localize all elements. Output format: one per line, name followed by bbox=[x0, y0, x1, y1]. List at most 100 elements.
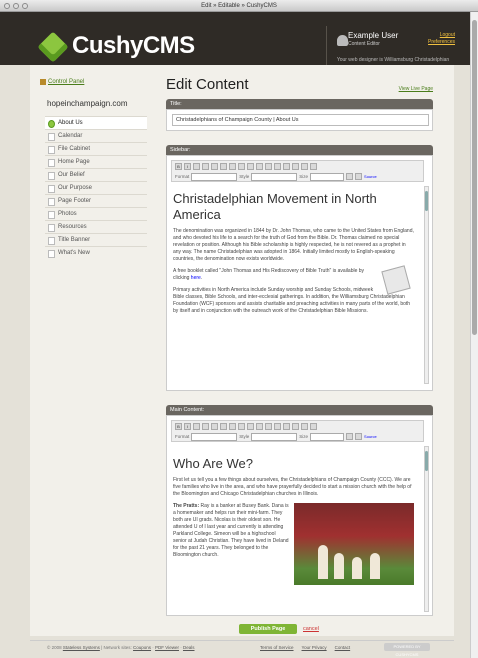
sidebar-section-header: Sidebar: bbox=[166, 145, 433, 155]
bullet-list-button[interactable] bbox=[256, 163, 263, 170]
editor-toolbar: B I Format Style Size Source bbox=[171, 160, 424, 182]
indent-button[interactable] bbox=[274, 163, 281, 170]
main-section: B I Format Style Size Source Who Are We?… bbox=[166, 415, 433, 616]
rule-button[interactable] bbox=[229, 423, 236, 430]
sidebar-item-our-belief[interactable]: Our Belief bbox=[45, 168, 147, 181]
preferences-link[interactable]: Preferences bbox=[428, 39, 455, 45]
sidebar-paragraph-1: The denomination was organized in 1844 b… bbox=[173, 228, 414, 262]
justify-button[interactable] bbox=[310, 163, 317, 170]
sidebar-item-whats-new[interactable]: What's New bbox=[45, 246, 147, 259]
publish-button[interactable]: Publish Page bbox=[239, 624, 297, 634]
format-select[interactable] bbox=[191, 173, 238, 181]
sidebar-item-our-purpose[interactable]: Our Purpose bbox=[45, 181, 147, 194]
company-link[interactable]: Stateless Systems bbox=[63, 645, 100, 650]
logout-link[interactable]: Logout bbox=[440, 32, 455, 38]
source-button[interactable]: Source bbox=[364, 433, 377, 442]
sidebar-editor-scrollbar[interactable] bbox=[424, 186, 429, 384]
style-select[interactable] bbox=[251, 173, 298, 181]
cushycms-logo-icon bbox=[37, 31, 69, 63]
size-label: Size bbox=[299, 174, 309, 179]
footer-links: Terms of Service Your Privacy Contact bbox=[260, 642, 350, 654]
sidebar-item-page-footer[interactable]: Page Footer bbox=[45, 194, 147, 207]
unlink-button[interactable] bbox=[202, 163, 209, 170]
page-list: About Us Calendar File Cabinet Home Page… bbox=[45, 116, 147, 259]
deals-link[interactable]: Deals bbox=[183, 645, 195, 650]
close-window-icon[interactable] bbox=[4, 3, 10, 9]
italic-button[interactable]: I bbox=[184, 163, 191, 170]
window-scroll-thumb[interactable] bbox=[472, 20, 477, 335]
bg-color-button[interactable] bbox=[355, 173, 363, 180]
outdent-button[interactable] bbox=[265, 163, 272, 170]
window-titlebar: Edit » Editable » CushyCMS bbox=[0, 0, 478, 12]
text-color-button[interactable] bbox=[346, 433, 354, 440]
outdent-button[interactable] bbox=[265, 423, 272, 430]
link-button[interactable] bbox=[193, 423, 200, 430]
sidebar-item-title-banner[interactable]: Title Banner bbox=[45, 233, 147, 246]
contact-link[interactable]: Contact bbox=[335, 642, 351, 654]
unlink-button[interactable] bbox=[202, 423, 209, 430]
align-center-button[interactable] bbox=[292, 163, 299, 170]
justify-button[interactable] bbox=[310, 423, 317, 430]
bg-color-button[interactable] bbox=[355, 433, 363, 440]
align-left-button[interactable] bbox=[283, 423, 290, 430]
style-select[interactable] bbox=[251, 433, 298, 441]
sidebar-item-resources[interactable]: Resources bbox=[45, 220, 147, 233]
sidebar-section: B I Format Style Size Source Christadelp… bbox=[166, 155, 433, 391]
minimize-window-icon[interactable] bbox=[13, 3, 19, 9]
align-right-button[interactable] bbox=[301, 423, 308, 430]
booklet-link[interactable]: here bbox=[191, 275, 201, 281]
main-editor[interactable]: Who Are We? First let us tell you a few … bbox=[171, 446, 424, 612]
align-left-button[interactable] bbox=[283, 163, 290, 170]
main-editor-scrollbar[interactable] bbox=[424, 446, 429, 612]
numbered-list-button[interactable] bbox=[247, 163, 254, 170]
table-button[interactable] bbox=[220, 423, 227, 430]
sidebar-item-about-us[interactable]: About Us bbox=[45, 116, 147, 129]
view-live-link[interactable]: View Live Page bbox=[399, 86, 433, 92]
sidebar-item-file-cabinet[interactable]: File Cabinet bbox=[45, 142, 147, 155]
cancel-link[interactable]: cancel bbox=[303, 626, 319, 632]
format-select[interactable] bbox=[191, 433, 238, 441]
window-controls[interactable] bbox=[4, 3, 28, 9]
special-char-button[interactable] bbox=[238, 163, 245, 170]
image-button[interactable] bbox=[211, 423, 218, 430]
image-button[interactable] bbox=[211, 163, 218, 170]
zoom-window-icon[interactable] bbox=[22, 3, 28, 9]
bold-button[interactable]: B bbox=[175, 163, 182, 170]
sidebar-editor[interactable]: Christadelphian Movement in North Americ… bbox=[171, 186, 424, 384]
align-center-button[interactable] bbox=[292, 423, 299, 430]
pdf-viewer-link[interactable]: PDF Viewer bbox=[155, 645, 179, 650]
sidebar-item-photos[interactable]: Photos bbox=[45, 207, 147, 220]
coupons-link[interactable]: Coupons bbox=[133, 645, 151, 650]
size-select[interactable] bbox=[310, 173, 345, 181]
footer: © 2008 Stateless Systems | Network sites… bbox=[30, 640, 454, 657]
italic-button[interactable]: I bbox=[184, 423, 191, 430]
source-button[interactable]: Source bbox=[364, 173, 377, 182]
window-scrollbar[interactable] bbox=[470, 12, 478, 658]
title-input[interactable]: Christadelphians of Champaign County | A… bbox=[172, 114, 429, 126]
size-label: Size bbox=[299, 434, 309, 439]
sidebar-item-calendar[interactable]: Calendar bbox=[45, 129, 147, 142]
indent-button[interactable] bbox=[274, 423, 281, 430]
control-panel-link[interactable]: Control Panel bbox=[48, 79, 84, 85]
booklet-text: A free booklet called "John Thomas and H… bbox=[173, 268, 365, 281]
text-color-button[interactable] bbox=[346, 173, 354, 180]
person-figure bbox=[334, 553, 344, 579]
bullet-list-button[interactable] bbox=[256, 423, 263, 430]
special-char-button[interactable] bbox=[238, 423, 245, 430]
privacy-link[interactable]: Your Privacy bbox=[302, 642, 327, 654]
bold-button[interactable]: B bbox=[175, 423, 182, 430]
link-button[interactable] bbox=[193, 163, 200, 170]
align-right-button[interactable] bbox=[301, 163, 308, 170]
scroll-thumb[interactable] bbox=[425, 191, 428, 211]
terms-link[interactable]: Terms of Service bbox=[260, 642, 294, 654]
rule-button[interactable] bbox=[229, 163, 236, 170]
numbered-list-button[interactable] bbox=[247, 423, 254, 430]
powered-by-badge[interactable]: POWERED BY CUSHYCMS bbox=[384, 643, 430, 657]
scroll-thumb[interactable] bbox=[425, 451, 428, 471]
table-button[interactable] bbox=[220, 163, 227, 170]
sidebar-item-home-page[interactable]: Home Page bbox=[45, 155, 147, 168]
style-label: Style bbox=[239, 174, 250, 179]
app-logo[interactable]: CushyCMS bbox=[72, 32, 195, 60]
size-select[interactable] bbox=[310, 433, 345, 441]
sidebar-paragraph-3: Primary activities in North America incl… bbox=[173, 287, 411, 314]
